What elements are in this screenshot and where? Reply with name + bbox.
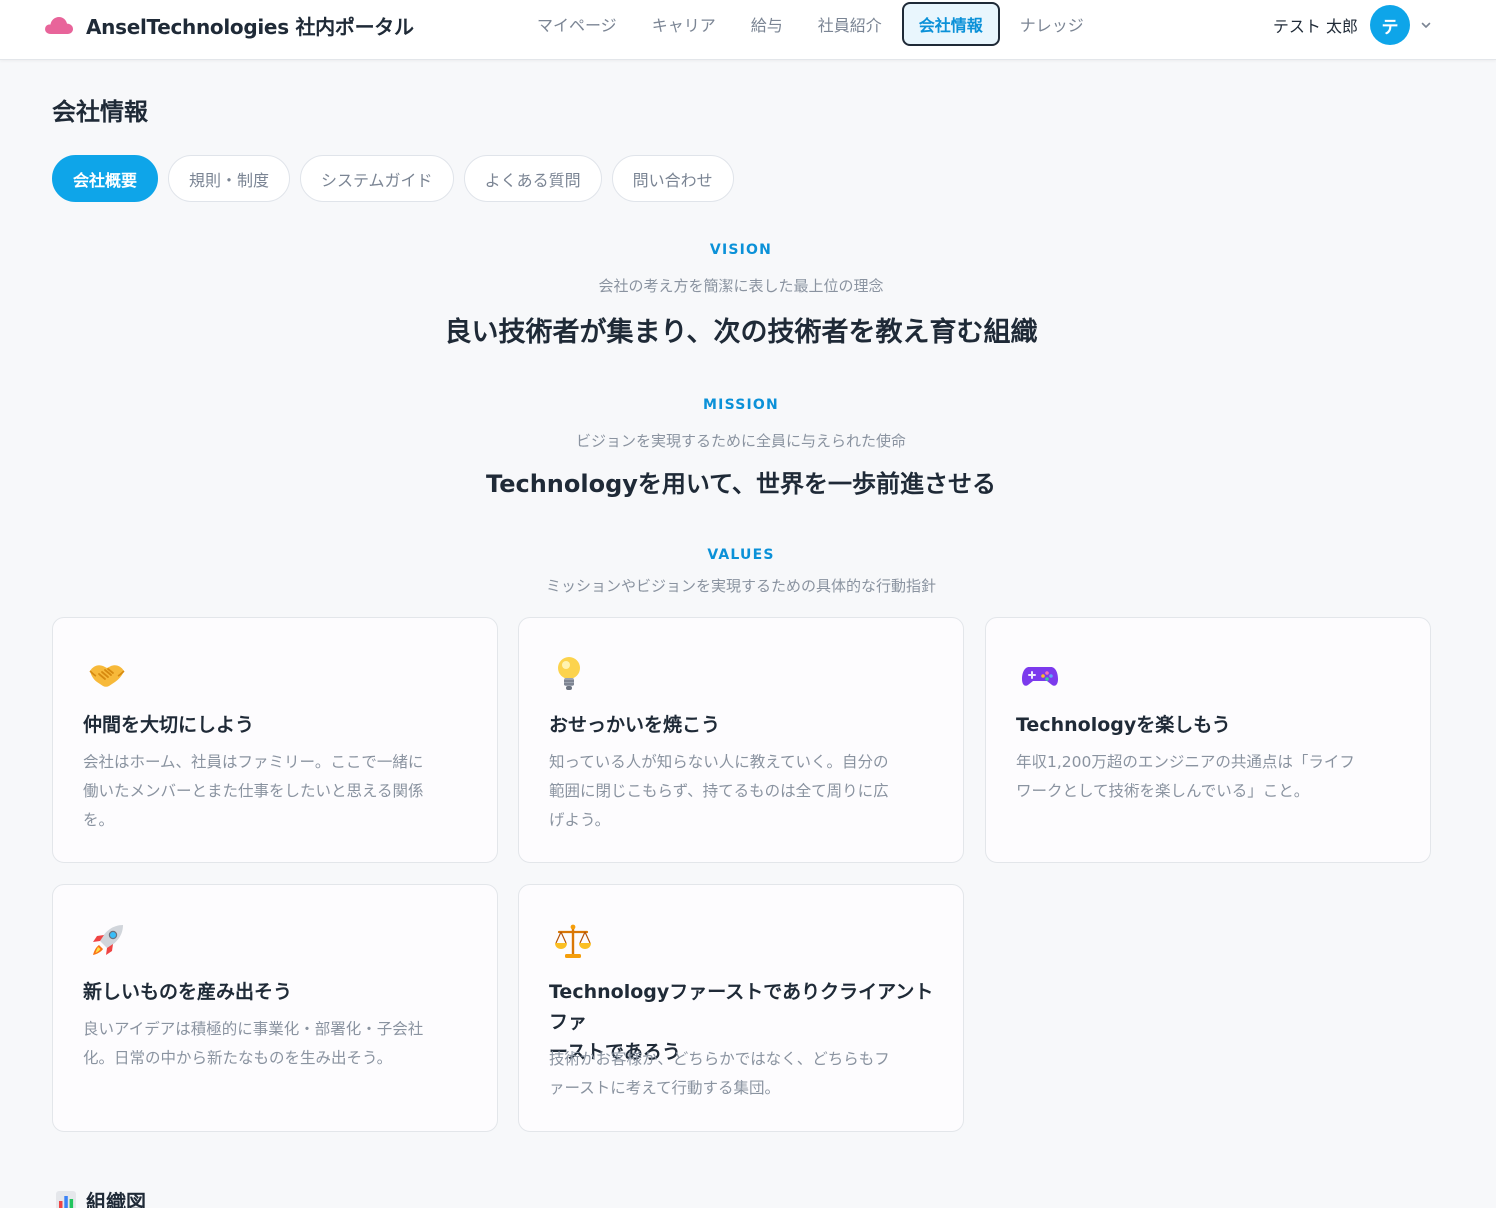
- brand-link[interactable]: AnselTechnologies 社内ポータル: [44, 10, 414, 40]
- avatar[interactable]: テ: [1370, 5, 1410, 45]
- value-card-body-line: を。: [83, 811, 115, 829]
- value-card: Technologyを楽しもう 年収1,200万超のエンジニアの共通点は「ライフ…: [985, 617, 1431, 863]
- section-tabs: 会社概要 規則・制度 システムガイド よくある質問 問い合わせ: [52, 155, 744, 202]
- value-card-body-line: 良いアイデアは積極的に事業化・部署化・子会社: [83, 1020, 424, 1038]
- top-navigation-bar: AnselTechnologies 社内ポータル マイページ キャリア 給与 社…: [0, 0, 1496, 60]
- values-label: VALUES: [707, 547, 775, 563]
- tab-system-guide[interactable]: システムガイド: [300, 155, 454, 202]
- brand-name: AnselTechnologies 社内ポータル: [86, 14, 414, 39]
- nav-item-employees[interactable]: 社員紹介: [803, 2, 897, 46]
- value-card-title-line: Technologyファーストでありクライアントファ: [549, 981, 934, 1033]
- mission-label: MISSION: [703, 397, 779, 413]
- org-chart-heading: 組織図: [54, 1186, 146, 1208]
- org-chart-title: 組織図: [86, 1190, 146, 1208]
- vision-description: 会社の考え方を簡潔に表した最上位の理念: [598, 277, 884, 295]
- user-menu[interactable]: テスト 太郎 テ: [1273, 5, 1432, 45]
- page-title: 会社情報: [52, 98, 148, 126]
- value-card-body-line: げよう。: [549, 811, 611, 829]
- value-card-title: 仲間を大切にしよう: [83, 714, 255, 736]
- value-card-body: 知っている人が知らない人に教えていく。自分の 範囲に閉じこもらず、持てるものは全…: [549, 748, 939, 835]
- bar-chart-icon: [56, 1190, 76, 1208]
- mission-description: ビジョンを実現するために全員に与えられた使命: [575, 432, 906, 450]
- nav-item-career[interactable]: キャリア: [637, 2, 731, 46]
- value-card: 仲間を大切にしよう 会社はホーム、社員はファミリー。ここで一緒に 働いたメンバー…: [52, 617, 498, 863]
- lightbulb-icon: [558, 657, 580, 690]
- vision-label: VISION: [709, 242, 773, 258]
- mission-statement: Technologyを用いて、世界を一歩前進させる: [486, 470, 996, 498]
- value-card-body-line: 年収1,200万超のエンジニアの共通点は「ライフ: [1016, 753, 1355, 771]
- nav-item-knowledge[interactable]: ナレッジ: [1005, 2, 1099, 46]
- nav-item-salary[interactable]: 給与: [736, 2, 798, 46]
- value-card-body-line: 働いたメンバーとまた仕事をしたいと思える関係: [83, 782, 424, 800]
- values-description: ミッションやビジョンを実現するための具体的な行動指針: [545, 577, 936, 595]
- value-card-body-line: 技術かお客様か、どちらかではなく、どちらもフ: [549, 1050, 890, 1068]
- tab-rules[interactable]: 規則・制度: [168, 155, 291, 202]
- value-card-title: Technologyを楽しもう: [1016, 714, 1231, 736]
- value-card-title: おせっかいを焼こう: [549, 714, 721, 736]
- handshake-icon: [89, 665, 125, 687]
- value-card: 新しいものを産み出そう 良いアイデアは積極的に事業化・部署化・子会社 化。日常の…: [52, 884, 498, 1132]
- chevron-down-icon[interactable]: [1420, 19, 1432, 31]
- balance-scale-icon: [555, 924, 591, 958]
- value-card-body-line: 化。日常の中から新たなものを生み出そう。: [83, 1049, 393, 1067]
- value-card-title: 新しいものを産み出そう: [83, 981, 293, 1003]
- value-card-body-line: 知っている人が知らない人に教えていく。自分の: [549, 753, 889, 771]
- value-card-body-line: 範囲に閉じこもらず、持てるものは全て周りに広: [549, 782, 889, 800]
- rocket-icon: [93, 925, 123, 955]
- value-card: Technologyファーストでありクライアントファ ーストであろう 技術かお客…: [518, 884, 964, 1132]
- value-card-body: 技術かお客様か、どちらかではなく、どちらもフ ァーストに考えて行動する集団。: [549, 1045, 939, 1103]
- value-card-body-line: ワークとして技術を楽しんでいる」こと。: [1016, 782, 1310, 800]
- value-card: おせっかいを焼こう 知っている人が知らない人に教えていく。自分の 範囲に閉じこも…: [518, 617, 964, 863]
- tab-company-overview[interactable]: 会社概要: [52, 155, 159, 202]
- value-card-body: 会社はホーム、社員はファミリー。ここで一緒に 働いたメンバーとまた仕事をしたいと…: [83, 748, 473, 835]
- value-card-body-line: 会社はホーム、社員はファミリー。ここで一緒に: [83, 753, 424, 771]
- nav-item-mypage[interactable]: マイページ: [522, 2, 632, 46]
- nav-item-company-info[interactable]: 会社情報: [901, 2, 1000, 46]
- user-name: テスト 太郎: [1272, 17, 1358, 36]
- game-controller-icon: [1022, 667, 1058, 686]
- cloud-icon: [45, 17, 74, 34]
- vision-statement: 良い技術者が集まり、次の技術者を教え育む組織: [444, 317, 1038, 348]
- tab-contact[interactable]: 問い合わせ: [611, 155, 734, 202]
- value-card-body: 良いアイデアは積極的に事業化・部署化・子会社 化。日常の中から新たなものを生み出…: [83, 1015, 473, 1073]
- value-card-body: 年収1,200万超のエンジニアの共通点は「ライフ ワークとして技術を楽しんでいる…: [1016, 748, 1406, 806]
- tab-faq[interactable]: よくある質問: [463, 155, 602, 202]
- value-card-body-line: ァーストに考えて行動する集団。: [549, 1079, 780, 1097]
- main-nav: マイページ キャリア 給与 社員紹介 会社情報 ナレッジ: [522, 2, 1104, 46]
